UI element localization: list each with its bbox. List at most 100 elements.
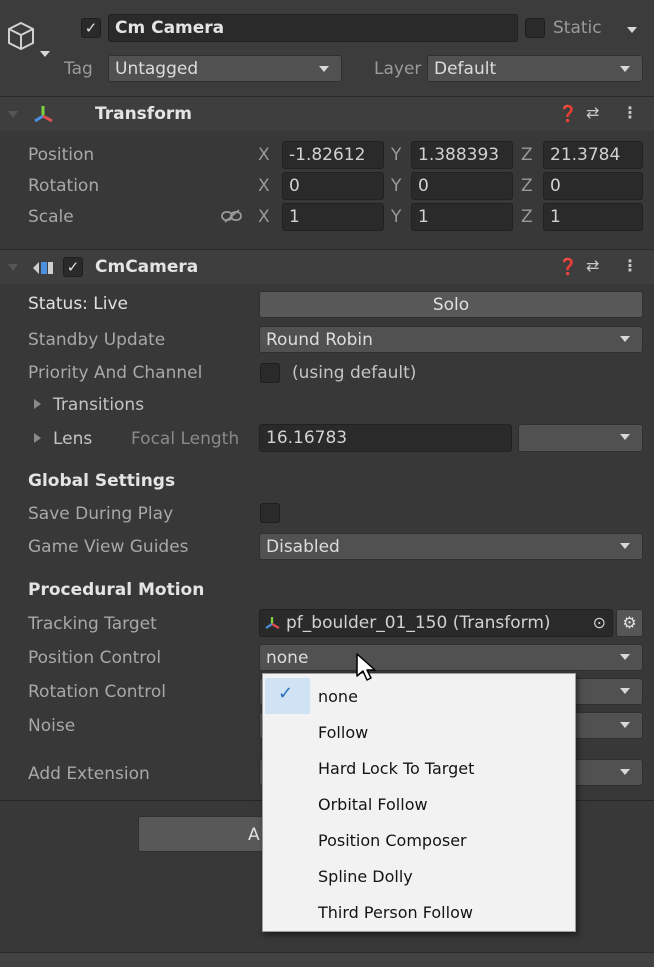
layer-label: Layer [374,59,422,79]
icon-menu-caret-icon[interactable] [40,51,50,57]
cinemachine-camera-icon [33,262,53,274]
cmcamera-enabled-checkbox[interactable]: ✓ [63,257,83,277]
transform-object-icon [265,617,280,629]
tracking-target-value: pf_boulder_01_150 (Transform) [286,613,551,633]
save-during-play-label: Save During Play [28,504,174,524]
priority-label: Priority And Channel [28,363,203,383]
standby-update-label: Standby Update [28,330,166,350]
priority-value: (using default) [292,363,417,383]
position-z-field[interactable]: 21.3784 [543,141,643,169]
standby-update-dropdown[interactable]: Round Robin [259,326,643,353]
lens-preset-caret-icon [620,434,630,440]
cmcamera-foldout-icon[interactable] [8,264,18,271]
standby-caret-icon [620,336,630,342]
tag-dropdown[interactable]: Untagged [108,55,342,82]
mouse-cursor-icon [356,653,376,681]
cmcamera-title: CmCamera [95,257,199,277]
tag-label: Tag [64,59,93,79]
rotation-y-label[interactable]: Y [391,176,401,196]
position-control-label: Position Control [28,648,162,668]
transitions-foldout-icon[interactable] [34,399,41,409]
guides-caret-icon [620,543,630,549]
scale-z-field[interactable]: 1 [543,203,643,231]
cmcamera-presets-icon[interactable]: ⇄ [586,256,599,275]
menu-item-hard-lock-to-target[interactable]: Hard Lock To Target [263,750,575,786]
position-x-label[interactable]: X [258,145,270,165]
position-y-label[interactable]: Y [391,145,401,165]
scale-z-label[interactable]: Z [521,207,533,227]
scale-y-label[interactable]: Y [391,207,401,227]
object-picker-icon[interactable]: ⊙ [593,613,606,632]
scale-y-field[interactable]: 1 [411,203,513,231]
noise-caret-icon [620,722,630,728]
transitions-label[interactable]: Transitions [53,395,144,415]
game-view-guides-dropdown[interactable]: Disabled [259,533,643,560]
transform-help-icon[interactable]: ❓ [558,104,578,123]
position-z-label[interactable]: Z [521,145,533,165]
noise-label: Noise [28,716,76,736]
global-settings-header: Global Settings [28,471,176,491]
rotation-y-field[interactable]: 0 [411,172,513,200]
tracking-target-label: Tracking Target [28,614,157,634]
focal-length-field[interactable]: 16.16783 [259,424,512,452]
layer-caret-icon [620,66,630,72]
save-during-play-checkbox[interactable] [260,503,280,523]
menu-item-third-person-follow[interactable]: Third Person Follow [263,894,575,930]
game-view-guides-label: Game View Guides [28,537,189,557]
rotation-caret-icon [620,688,630,694]
transform-foldout-icon[interactable] [8,111,18,118]
transform-header[interactable]: Transform ❓ ⇄ ⋮ [0,96,654,131]
static-label: Static [553,18,602,38]
add-extension-label: Add Extension [28,764,150,784]
position-control-dropdown[interactable]: none [259,644,643,671]
tracking-target-settings-button[interactable]: ⚙ [616,609,643,637]
scale-label: Scale [28,207,74,227]
position-label: Position [28,145,95,165]
lens-foldout-icon[interactable] [34,433,41,443]
constrain-proportions-link-icon[interactable] [221,209,243,223]
gameobject-cube-icon [8,21,34,51]
add-component-label: A [248,825,260,845]
menu-item-spline-dolly[interactable]: Spline Dolly [263,858,575,894]
position-control-menu: ✓ none Follow Hard Lock To Target Orbita… [262,673,576,932]
menu-item-position-composer[interactable]: Position Composer [263,822,575,858]
layer-dropdown[interactable]: Default [427,55,643,82]
cmcamera-help-icon[interactable]: ❓ [558,257,578,276]
rotation-control-label: Rotation Control [28,682,166,702]
transform-axis-icon [34,106,53,123]
transform-presets-icon[interactable]: ⇄ [586,103,599,122]
position-caret-icon [620,654,630,660]
extension-caret-icon [620,769,630,775]
tag-caret-icon [319,66,329,72]
cmcamera-menu-icon[interactable]: ⋮ [622,256,638,275]
static-dropdown-caret-icon[interactable] [627,27,637,33]
rotation-x-label[interactable]: X [258,176,270,196]
status-label: Status: Live [28,294,129,314]
position-x-field[interactable]: -1.82612 [282,141,384,169]
transform-menu-icon[interactable]: ⋮ [622,103,638,122]
rotation-z-label[interactable]: Z [521,176,533,196]
cmcamera-header[interactable]: ✓ CmCamera ❓ ⇄ ⋮ [0,249,654,284]
solo-button[interactable]: Solo [259,291,643,318]
object-name-field[interactable]: Cm Camera [108,14,518,42]
menu-item-follow[interactable]: Follow [263,714,575,750]
static-checkbox[interactable] [525,18,545,38]
rotation-x-field[interactable]: 0 [282,172,384,200]
lens-label[interactable]: Lens [53,429,92,449]
gear-icon: ⚙ [622,613,637,632]
inspector-footer [0,952,654,967]
priority-checkbox[interactable] [260,363,280,383]
rotation-label: Rotation [28,176,100,196]
menu-item-none[interactable]: none [263,678,575,714]
tracking-target-field[interactable]: pf_boulder_01_150 (Transform) ⊙ [259,609,613,637]
scale-x-field[interactable]: 1 [282,203,384,231]
object-header: ✓ Cm Camera Static Tag Untagged Layer De… [0,0,654,96]
position-y-field[interactable]: 1.388393 [411,141,513,169]
focal-length-label: Focal Length [131,429,240,449]
rotation-z-field[interactable]: 0 [543,172,643,200]
scale-x-label[interactable]: X [258,207,270,227]
transform-title: Transform [95,104,192,124]
menu-item-orbital-follow[interactable]: Orbital Follow [263,786,575,822]
object-active-checkbox[interactable]: ✓ [81,18,101,38]
procedural-motion-header: Procedural Motion [28,580,205,600]
